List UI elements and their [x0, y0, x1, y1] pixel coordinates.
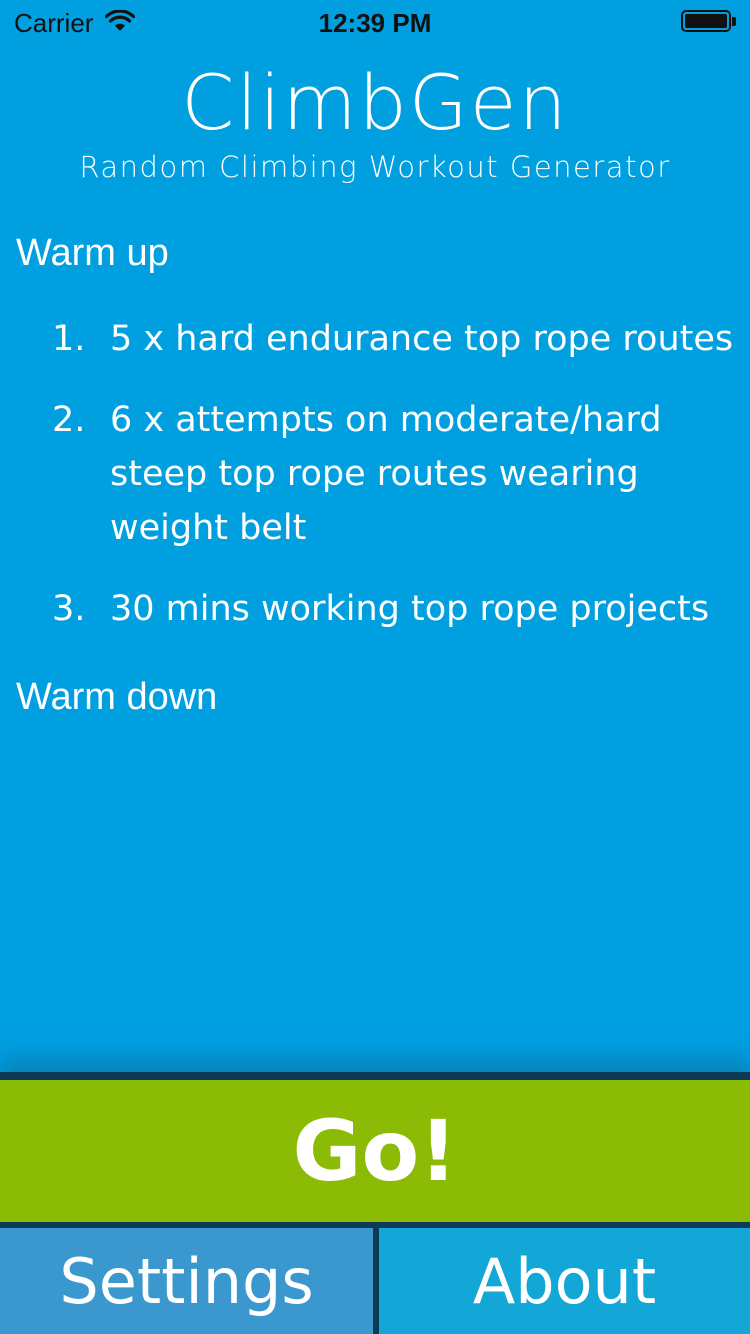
step-text: 30 mins working top rope projects — [110, 589, 710, 629]
app-screen: Carrier 12:39 PM ClimbGen Random Climbin… — [0, 0, 750, 1334]
bottom-nav: Settings About — [0, 1228, 750, 1334]
step-number: 3. — [52, 589, 86, 629]
settings-button-label: Settings — [59, 1244, 314, 1318]
workout-panel: Warm up 1. 5 x hard endurance top rope r… — [16, 226, 734, 724]
warm-up-label: Warm up — [16, 232, 169, 274]
workout-step: 1. 5 x hard endurance top rope routes — [16, 312, 734, 366]
status-bar: Carrier 12:39 PM — [0, 0, 750, 40]
workout-step: 3. 30 mins working top rope projects — [16, 582, 734, 636]
app-subtitle: Random Climbing Workout Generator — [79, 150, 671, 184]
workout-step: 2. 6 x attempts on moderate/hard steep t… — [16, 393, 734, 555]
step-text: 5 x hard endurance top rope routes — [110, 319, 734, 359]
battery-tip — [732, 16, 736, 26]
app-header: ClimbGen Random Climbing Workout Generat… — [0, 58, 750, 184]
battery-icon — [681, 10, 731, 32]
about-button-label: About — [472, 1244, 657, 1318]
step-number: 2. — [52, 400, 86, 440]
battery-fill — [685, 14, 727, 28]
step-text: 6 x attempts on moderate/hard steep top … — [110, 400, 662, 548]
workout-steps: 1. 5 x hard endurance top rope routes 2.… — [16, 312, 734, 636]
app-title: ClimbGen — [181, 58, 569, 147]
warm-down-label: Warm down — [16, 676, 218, 718]
status-time: 12:39 PM — [318, 8, 432, 38]
settings-button[interactable]: Settings — [0, 1228, 373, 1334]
step-number: 1. — [52, 319, 86, 359]
about-button[interactable]: About — [379, 1228, 750, 1334]
go-button-label: Go! — [292, 1102, 458, 1200]
go-button[interactable]: Go! — [0, 1072, 750, 1228]
status-right — [681, 10, 736, 32]
